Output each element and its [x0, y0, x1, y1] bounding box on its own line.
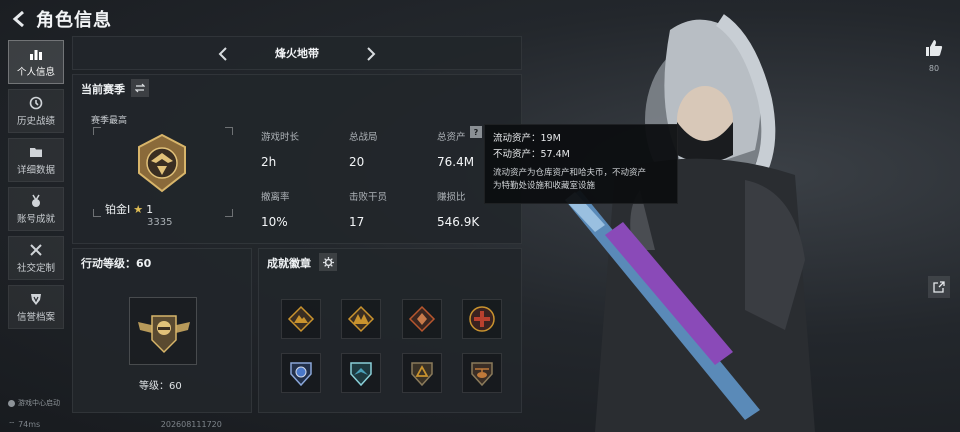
asset-help-button[interactable]: ? — [470, 126, 482, 138]
person-icon — [8, 399, 15, 407]
stat-value: 17 — [349, 215, 365, 229]
achievements-settings-button[interactable] — [319, 253, 337, 271]
next-map-button[interactable] — [363, 46, 379, 62]
rank-name-text: 铂金Ⅰ — [105, 203, 131, 216]
diamond-badge-icon — [408, 305, 436, 333]
stat-value: 20 — [349, 155, 365, 169]
game-center-label: 游戏中心启动 — [18, 399, 60, 407]
achievement-badge[interactable] — [462, 353, 502, 393]
rank-stars: 1 — [146, 202, 154, 216]
sidebar-item-social[interactable]: 社交定制 — [8, 236, 64, 280]
sidebar-item-label: 账号成就 — [16, 213, 55, 225]
character-model — [565, 14, 815, 432]
medal-icon — [32, 194, 40, 207]
stat-total-matches: 总战局 20 — [349, 129, 378, 169]
thumbs-up-icon — [926, 40, 943, 56]
tooltip-desc-line2: 为特勤处设施和收藏室设施 — [493, 181, 596, 191]
level-panel: 行动等级：60 等级：60 — [72, 248, 252, 413]
stat-play-time: 游戏时长 2h — [261, 129, 299, 169]
achievements-title: 成就徽章 — [267, 257, 311, 270]
achievement-badge[interactable] — [402, 299, 442, 339]
share-icon — [933, 281, 945, 293]
sidebar-item-personal-info[interactable]: 个人信息 — [8, 40, 64, 84]
star-icon: ★ — [133, 202, 144, 216]
wing-shield-badge-icon — [350, 362, 372, 387]
level-emblem-frame — [129, 297, 197, 365]
season-panel: 当前赛季 赛季最高 铂金Ⅰ ★ 1 3335 游戏时长 2h 总战局 20 总资… — [72, 74, 522, 244]
achievement-badge[interactable] — [402, 353, 442, 393]
game-center-button[interactable]: 游戏中心启动 — [8, 398, 60, 408]
prev-map-button[interactable] — [215, 46, 231, 62]
sidebar-item-label: 社交定制 — [16, 262, 55, 274]
like-button[interactable] — [920, 38, 948, 62]
achievement-badge[interactable] — [281, 299, 321, 339]
tools-icon — [30, 243, 42, 256]
stat-profit-loss-ratio: 赚损比 546.9K — [437, 189, 479, 229]
achievement-badge[interactable] — [462, 299, 502, 339]
fixed-assets: 不动资产：57.4M — [493, 149, 570, 160]
achievement-badge[interactable] — [281, 353, 321, 393]
sidebar-item-label: 详细数据 — [16, 164, 55, 176]
triangle-badge-icon — [411, 362, 433, 387]
liquid-assets: 流动资产：19M — [493, 133, 561, 144]
winged-helmet-emblem-icon — [138, 315, 190, 354]
rank-score: 3335 — [147, 217, 173, 228]
sidebar-item-reputation[interactable]: 信誉档案 — [8, 285, 64, 329]
police-shield-badge-icon — [290, 362, 312, 387]
sidebar-item-label: 个人信息 — [16, 66, 55, 78]
level-text: 等级：60 — [139, 381, 182, 392]
ping-value: 74ms — [18, 420, 41, 429]
assets-tooltip: 流动资产：19M 不动资产：57.4M 流动资产为仓库资产和哈夫币，不动资产 为… — [484, 124, 678, 204]
achievement-badge[interactable] — [341, 299, 381, 339]
achievements-panel: 成就徽章 — [258, 248, 522, 413]
sidebar-item-details[interactable]: 详细数据 — [8, 138, 64, 182]
tooltip-desc-line1: 流动资产为仓库资产和哈夫币，不动资产 — [493, 168, 647, 178]
sidebar-item-history[interactable]: 历史战绩 — [8, 89, 64, 133]
sidebar-item-achievements[interactable]: 账号成就 — [8, 187, 64, 231]
season-title: 当前赛季 — [81, 83, 125, 96]
level-title: 行动等级：60 — [81, 257, 152, 270]
sidebar-item-label: 历史战绩 — [16, 115, 55, 127]
stat-value: 546.9K — [437, 215, 480, 229]
bar-chart-icon — [30, 49, 42, 60]
stat-operators-defeated: 击败干员 17 — [349, 189, 387, 229]
stat-value: 76.4M — [437, 155, 475, 169]
achievement-badge[interactable] — [341, 353, 381, 393]
helicopter-badge-icon — [471, 362, 493, 387]
season-best-label: 赛季最高 — [91, 116, 128, 126]
cross-badge-icon — [469, 306, 495, 332]
back-button[interactable] — [8, 8, 30, 30]
wifi-icon: ⌔ — [8, 420, 16, 429]
stat-label: 撤离率 — [261, 192, 290, 203]
peaks-badge-icon — [347, 305, 375, 333]
stat-value: 2h — [261, 155, 277, 169]
stat-extraction-rate: 撤离率 10% — [261, 189, 290, 229]
rank-name: 铂金Ⅰ ★ 1 — [105, 201, 153, 217]
stat-label: 总战局 — [349, 132, 378, 143]
map-name: 烽火地带 — [275, 47, 319, 60]
platinum-rank-emblem-icon — [138, 133, 186, 193]
page-title: 角色信息 — [36, 10, 112, 31]
folder-icon — [30, 147, 42, 157]
stat-value: 10% — [261, 215, 288, 229]
back-arrow-icon — [12, 11, 24, 27]
stat-label: 击败干员 — [349, 192, 388, 203]
season-switch-button[interactable] — [131, 79, 149, 97]
stat-label: 游戏时长 — [261, 132, 300, 143]
history-icon — [29, 96, 43, 109]
stat-total-assets: 总资产 76.4M — [437, 129, 474, 169]
status-bar: ⌔ 74ms 202608111720 — [8, 420, 222, 430]
uid-value: 202608111720 — [160, 420, 222, 429]
sidebar-item-label: 信誉档案 — [16, 311, 55, 323]
share-button[interactable] — [928, 276, 950, 298]
mountain-badge-icon — [287, 305, 315, 333]
swap-icon — [135, 83, 145, 93]
stat-label: 总资产 — [437, 132, 466, 143]
gear-icon — [322, 256, 334, 268]
stat-label: 赚损比 — [437, 192, 466, 203]
like-count: 80 — [928, 64, 940, 73]
shield-icon — [31, 293, 41, 305]
map-switcher: 烽火地带 — [72, 36, 522, 70]
